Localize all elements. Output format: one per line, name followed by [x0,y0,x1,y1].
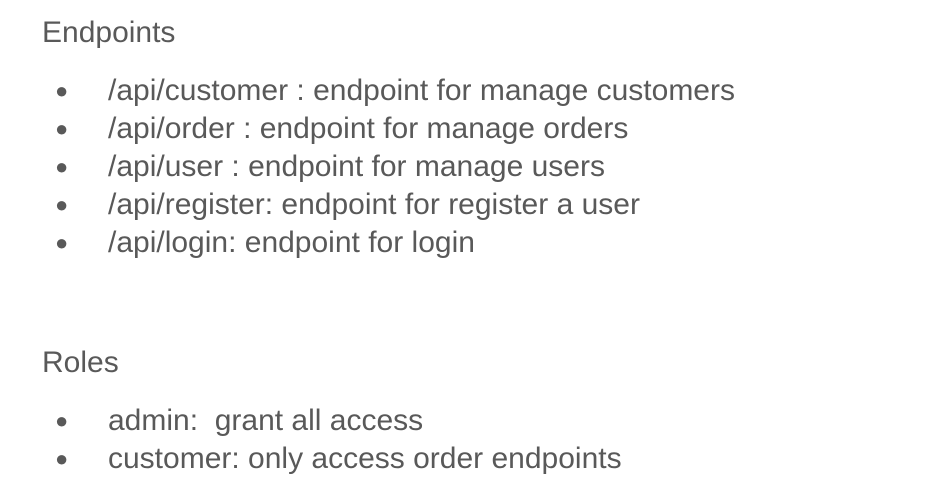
endpoint-customer: /api/customer : endpoint for manage cust… [108,74,735,107]
bullet-icon: ● [55,192,69,217]
endpoint-user: /api/user : endpoint for manage users [108,150,605,183]
bullet-icon: ● [55,78,69,103]
endpoint-login: /api/login: endpoint for login [108,226,475,259]
role-customer: customer: only access order endpoints [108,442,622,475]
bullet-icon: ● [55,116,69,141]
endpoint-order: /api/order : endpoint for manage orders [108,112,629,145]
list-item: ● /api/order : endpoint for manage orders [42,110,735,148]
role-admin: admin: grant all access [108,404,424,437]
list-item: ● customer: only access order endpoints [42,440,622,478]
bullet-icon: ● [55,408,69,433]
bullet-icon: ● [55,154,69,179]
roles-heading: Roles [42,346,119,379]
bullet-icon: ● [55,446,69,471]
endpoints-heading: Endpoints [42,16,176,49]
roles-section: Roles ● admin: grant all access ● customer… [42,344,622,478]
list-item: ● /api/customer : endpoint for manage cus… [42,72,735,110]
list-item: ● /api/register: endpoint for register a … [42,186,735,224]
endpoint-register: /api/register: endpoint for register a u… [108,188,640,221]
endpoints-section: Endpoints ● /api/customer : endpoint for … [42,14,735,262]
roles-list: ● admin: grant all access ● customer: only… [42,402,622,478]
list-item: ● /api/user : endpoint for manage users [42,148,735,186]
list-item: ● admin: grant all access [42,402,622,440]
endpoints-list: ● /api/customer : endpoint for manage cus… [42,72,735,262]
list-item: ● /api/login: endpoint for login [42,224,735,262]
bullet-icon: ● [55,230,69,255]
